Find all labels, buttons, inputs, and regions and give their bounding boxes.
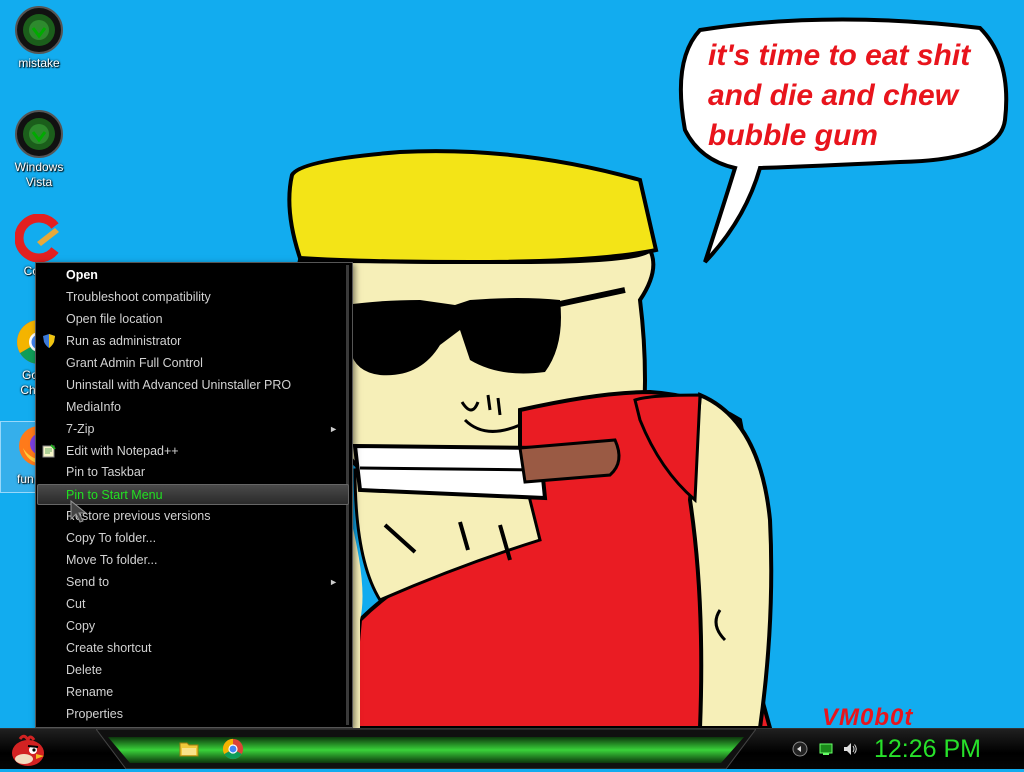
speech-line: it's time to eat shit <box>708 39 971 72</box>
menu-item-copy-to-folder[interactable]: Copy To folder... <box>38 528 348 549</box>
show-desktop-icon[interactable] <box>792 741 808 757</box>
taskbar: 12:26 PM <box>0 728 1024 769</box>
uac-shield-icon <box>42 334 56 348</box>
desktop-icon-windows-vista[interactable]: Windows Vista <box>1 110 77 190</box>
network-icon[interactable] <box>818 741 834 757</box>
menu-item-grant-admin-full-control[interactable]: Grant Admin Full Control <box>38 353 348 374</box>
speech-line: and die and chew <box>708 79 959 112</box>
submenu-arrow-icon: ► <box>329 577 338 587</box>
menu-item-mediainfo[interactable]: MediaInfo <box>38 397 348 418</box>
menu-item-pin-to-taskbar[interactable]: Pin to Taskbar <box>38 462 348 483</box>
taskbar-explorer[interactable] <box>178 738 200 760</box>
desktop[interactable]: it's time to eat shit and die and chew b… <box>0 0 1024 728</box>
menu-item-cut[interactable]: Cut <box>38 594 348 615</box>
desktop-icon-label: Windows Vista <box>14 160 64 189</box>
menu-item-send-to[interactable]: Send to ► <box>38 572 348 593</box>
notepad-plus-plus-icon <box>42 444 56 458</box>
menu-item-properties[interactable]: Properties <box>38 704 348 725</box>
submenu-arrow-icon: ► <box>329 424 338 434</box>
menu-item-7zip[interactable]: 7-Zip ► <box>38 419 348 440</box>
taskbar-chrome[interactable] <box>222 738 244 760</box>
menu-item-edit-with-notepad[interactable]: Edit with Notepad++ <box>38 441 348 462</box>
menu-item-uninstall-advanced-uninstaller[interactable]: Uninstall with Advanced Uninstaller PRO <box>38 375 348 396</box>
green-orb-icon <box>15 6 63 54</box>
angry-bird-icon <box>12 734 44 766</box>
artist-signature: VM0b0t <box>822 704 914 728</box>
desktop-icon-mistake[interactable]: mistake <box>1 6 77 71</box>
taskbar-clock[interactable]: 12:26 PM <box>874 734 1004 764</box>
start-button[interactable] <box>6 731 46 767</box>
menu-item-run-as-administrator[interactable]: Run as administrator <box>38 331 348 352</box>
mouse-cursor-icon <box>70 500 88 523</box>
menu-item-copy[interactable]: Copy <box>38 616 348 637</box>
menu-item-troubleshoot-compatibility[interactable]: Troubleshoot compatibility <box>38 287 348 308</box>
speech-line: bubble gum <box>708 119 878 152</box>
ccleaner-icon <box>14 213 63 263</box>
menu-item-open[interactable]: Open <box>38 265 348 286</box>
folder-icon <box>179 742 199 757</box>
speech-bubble-text: it's time to eat shit and die and chew b… <box>708 36 998 156</box>
context-menu: Open Troubleshoot compatibility Open fil… <box>35 262 353 728</box>
menu-item-create-shortcut[interactable]: Create shortcut <box>38 638 348 659</box>
menu-item-rename[interactable]: Rename <box>38 682 348 703</box>
menu-item-open-file-location[interactable]: Open file location <box>38 309 348 330</box>
volume-icon[interactable] <box>842 741 858 757</box>
desktop-icon-label: mistake <box>18 56 60 70</box>
menu-item-delete[interactable]: Delete <box>38 660 348 681</box>
green-orb-icon <box>15 110 63 158</box>
menu-item-move-to-folder[interactable]: Move To folder... <box>38 550 348 571</box>
chrome-icon <box>222 738 244 760</box>
